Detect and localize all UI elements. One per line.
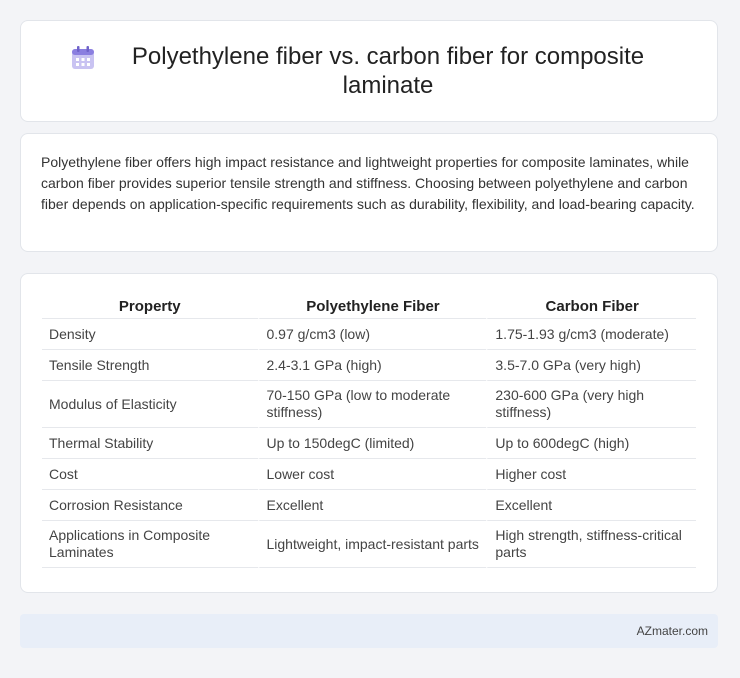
- column-header-property: Property: [42, 294, 258, 319]
- table-cell-property: Thermal Stability: [42, 428, 258, 459]
- table-cell-carbon: 3.5-7.0 GPa (very high): [486, 350, 696, 381]
- table-cell-polyethylene: 70-150 GPa (low to moderate stiffness): [257, 381, 487, 428]
- table-cell-property: Applications in Composite Laminates: [42, 521, 258, 568]
- column-header-polyethylene: Polyethylene Fiber: [257, 294, 487, 319]
- table-row: Applications in Composite Laminates Ligh…: [42, 521, 696, 568]
- table-cell-polyethylene: Excellent: [257, 490, 487, 521]
- table-cell-polyethylene: Up to 150degC (limited): [257, 428, 487, 459]
- page-title: Polyethylene fiber vs. carbon fiber for …: [131, 43, 645, 99]
- table-cell-carbon: 230-600 GPa (very high stiffness): [486, 381, 696, 428]
- table-cell-property: Tensile Strength: [42, 350, 258, 381]
- table-row: Density 0.97 g/cm3 (low) 1.75-1.93 g/cm3…: [42, 319, 696, 350]
- table-cell-property: Modulus of Elasticity: [42, 381, 258, 428]
- summary-card: Polyethylene fiber offers high impact re…: [20, 133, 718, 252]
- summary-text: Polyethylene fiber offers high impact re…: [41, 154, 695, 212]
- column-header-carbon: Carbon Fiber: [486, 294, 696, 319]
- table-cell-polyethylene: 2.4-3.1 GPa (high): [257, 350, 487, 381]
- title-card: Polyethylene fiber vs. carbon fiber for …: [20, 20, 718, 122]
- table-cell-carbon: Excellent: [486, 490, 696, 521]
- table-cell-property: Cost: [42, 459, 258, 490]
- footer: AZmater.com: [20, 614, 718, 648]
- table-row: Modulus of Elasticity 70-150 GPa (low to…: [42, 381, 696, 428]
- table-cell-carbon: High strength, stiffness-critical parts: [486, 521, 696, 568]
- table-cell-carbon: Higher cost: [486, 459, 696, 490]
- table-header-row: Property Polyethylene Fiber Carbon Fiber: [42, 294, 696, 319]
- table-cell-polyethylene: 0.97 g/cm3 (low): [257, 319, 487, 350]
- comparison-table-card: Property Polyethylene Fiber Carbon Fiber…: [20, 273, 718, 593]
- table-row: Corrosion Resistance Excellent Excellent: [42, 490, 696, 521]
- table-cell-polyethylene: Lightweight, impact-resistant parts: [257, 521, 487, 568]
- table-cell-carbon: Up to 600degC (high): [486, 428, 696, 459]
- table-cell-property: Corrosion Resistance: [42, 490, 258, 521]
- table-row: Cost Lower cost Higher cost: [42, 459, 696, 490]
- title-wrap: Polyethylene fiber vs. carbon fiber for …: [69, 42, 669, 100]
- comparison-table: Property Polyethylene Fiber Carbon Fiber…: [42, 294, 696, 568]
- table-row: Tensile Strength 2.4-3.1 GPa (high) 3.5-…: [42, 350, 696, 381]
- table-row: Thermal Stability Up to 150degC (limited…: [42, 428, 696, 459]
- footer-site-label: AZmater.com: [636, 624, 708, 638]
- calendar-icon: [70, 45, 96, 71]
- table-cell-property: Density: [42, 319, 258, 350]
- table-cell-polyethylene: Lower cost: [257, 459, 487, 490]
- table-cell-carbon: 1.75-1.93 g/cm3 (moderate): [486, 319, 696, 350]
